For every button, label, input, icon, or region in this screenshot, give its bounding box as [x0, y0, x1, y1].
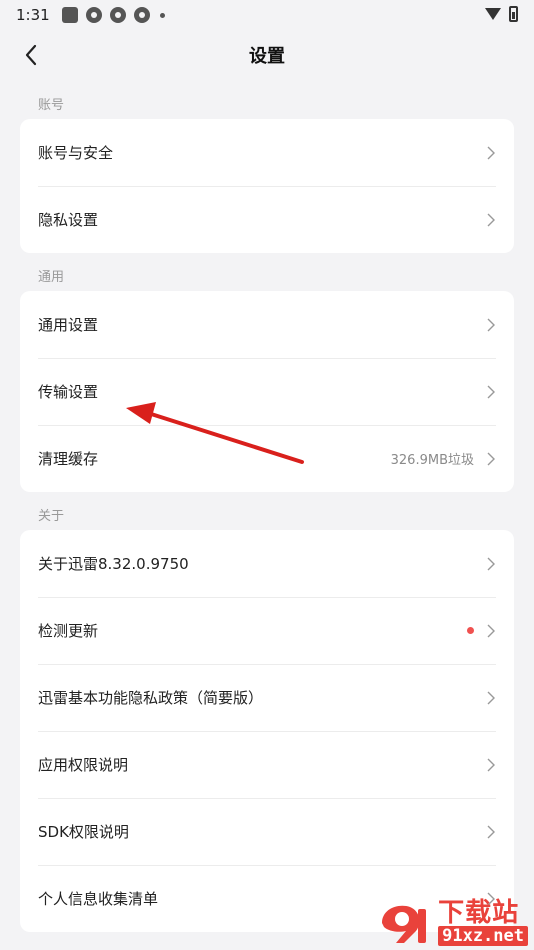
battery-icon: [509, 6, 518, 22]
item-label: 迅雷基本功能隐私政策（简要版）: [38, 689, 264, 707]
notification-app-icon: [109, 7, 126, 23]
status-right: [485, 6, 518, 22]
account-card: 账号与安全 隐私设置: [20, 119, 514, 253]
chevron-right-icon: [487, 557, 495, 570]
settings-item-account-security[interactable]: 账号与安全: [20, 119, 514, 186]
chevron-right-icon: [487, 758, 495, 771]
chevron-right-icon: [487, 146, 495, 159]
item-label: SDK权限说明: [38, 823, 129, 841]
settings-item-privacy-policy[interactable]: 迅雷基本功能隐私政策（简要版）: [20, 664, 514, 731]
watermark: 下载站 91xz.net: [376, 900, 528, 946]
settings-item-transfer[interactable]: 传输设置: [20, 358, 514, 425]
item-label: 账号与安全: [38, 144, 114, 162]
status-bar: 1:31: [0, 0, 534, 30]
chevron-right-icon: [487, 624, 495, 637]
chevron-right-icon: [487, 825, 495, 838]
chevron-right-icon: [487, 385, 495, 398]
back-button[interactable]: [14, 38, 48, 72]
back-arrow-icon: [25, 44, 37, 66]
general-card: 通用设置 传输设置 清理缓存 326.9MB垃圾: [20, 291, 514, 492]
section-label-about: 关于: [38, 509, 65, 524]
wifi-icon: [485, 8, 501, 20]
section-label-account: 账号: [38, 98, 65, 113]
item-label: 隐私设置: [38, 211, 99, 229]
item-label: 检测更新: [38, 622, 99, 640]
settings-item-app-permissions[interactable]: 应用权限说明: [20, 731, 514, 798]
item-label: 应用权限说明: [38, 756, 129, 774]
settings-item-general[interactable]: 通用设置: [20, 291, 514, 358]
settings-item-clear-cache[interactable]: 清理缓存 326.9MB垃圾: [20, 425, 514, 492]
watermark-title: 下载站: [438, 898, 520, 928]
notification-square-icon: [61, 7, 78, 23]
item-label: 清理缓存: [38, 450, 99, 468]
chevron-right-icon: [487, 213, 495, 226]
page-title: 设置: [249, 46, 285, 67]
settings-item-privacy[interactable]: 隐私设置: [20, 186, 514, 253]
chevron-right-icon: [487, 691, 495, 704]
item-label: 通用设置: [38, 316, 99, 334]
settings-item-check-update[interactable]: 检测更新: [20, 597, 514, 664]
status-time: 1:31: [16, 6, 50, 24]
chevron-right-icon: [487, 318, 495, 331]
about-card: 关于迅雷8.32.0.9750 检测更新 迅雷基本功能隐私政策（简要版） 应用权…: [20, 530, 514, 932]
item-label: 个人信息收集清单: [38, 890, 159, 908]
header: 设置: [0, 30, 534, 80]
watermark-site: 91xz.net: [438, 926, 528, 946]
notification-app-icon: [85, 7, 102, 23]
item-label: 关于迅雷8.32.0.9750: [38, 555, 189, 573]
chevron-right-icon: [487, 452, 495, 465]
settings-item-about[interactable]: 关于迅雷8.32.0.9750: [20, 530, 514, 597]
settings-item-sdk-permissions[interactable]: SDK权限说明: [20, 798, 514, 865]
more-notifications-dot-icon: [159, 12, 165, 18]
item-label: 传输设置: [38, 383, 99, 401]
notification-app-icon: [133, 7, 150, 23]
update-badge-dot: [467, 627, 474, 634]
watermark-logo-icon: [382, 905, 427, 943]
section-label-general: 通用: [38, 270, 65, 285]
cache-size-value: 326.9MB垃圾: [390, 453, 474, 468]
